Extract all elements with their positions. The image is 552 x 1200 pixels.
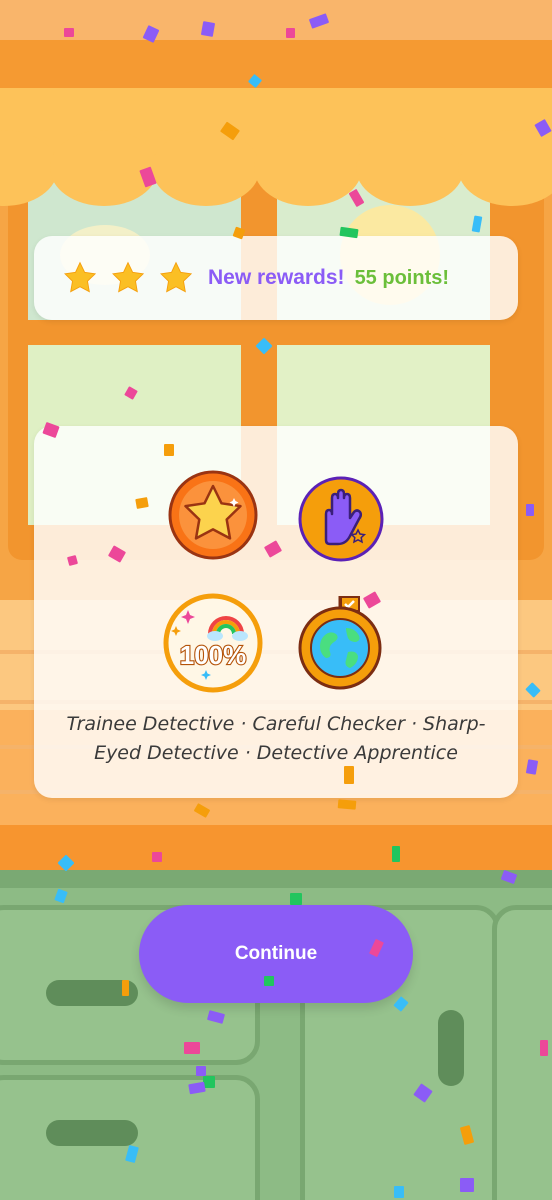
badge-100-text: 100% bbox=[180, 640, 247, 670]
star-badge-icon bbox=[168, 470, 258, 560]
star-icon bbox=[160, 261, 193, 293]
confetti-piece bbox=[337, 799, 357, 810]
raised-hand-badge-icon bbox=[298, 476, 384, 562]
cabinet-handle bbox=[438, 1010, 464, 1086]
cabinet-top bbox=[0, 870, 552, 888]
star-icon bbox=[112, 261, 145, 293]
globe-flag-badge-icon bbox=[298, 596, 382, 690]
confetti-piece bbox=[122, 980, 129, 996]
confetti-piece bbox=[152, 852, 162, 862]
cabinet-handle bbox=[46, 1120, 138, 1146]
confetti-piece bbox=[200, 21, 216, 37]
star-rating bbox=[62, 260, 194, 296]
confetti-piece bbox=[184, 1042, 200, 1054]
badges-card: 100% Trainee Detective · Careful Checker… bbox=[34, 426, 518, 798]
confetti-piece bbox=[286, 28, 295, 38]
awning-scallop bbox=[50, 130, 158, 206]
points-label: 55 points! bbox=[354, 266, 450, 289]
confetti-piece bbox=[344, 766, 354, 784]
confetti-piece bbox=[64, 28, 74, 37]
star-icon bbox=[64, 261, 97, 293]
confetti-piece bbox=[526, 504, 534, 516]
awning-scallop bbox=[152, 130, 260, 206]
confetti-piece bbox=[164, 444, 174, 456]
confetti-piece bbox=[135, 497, 149, 509]
confetti-piece bbox=[540, 1040, 548, 1056]
confetti-piece bbox=[264, 976, 274, 986]
confetti-piece bbox=[392, 846, 400, 862]
confetti-piece bbox=[460, 1178, 474, 1192]
100-percent-rainbow-badge-icon: 100% bbox=[163, 593, 263, 693]
wall-band bbox=[0, 40, 552, 90]
new-rewards-label: New rewards! bbox=[208, 266, 345, 289]
counter-edge bbox=[0, 825, 552, 875]
confetti-piece bbox=[290, 893, 302, 905]
awning-scallop bbox=[254, 130, 362, 206]
badge-names: Trainee Detective · Careful Checker · Sh… bbox=[66, 713, 486, 764]
confetti-piece bbox=[196, 1066, 206, 1076]
awning-scallop bbox=[356, 130, 464, 206]
rewards-summary-card: New rewards! 55 points! bbox=[34, 236, 518, 320]
confetti-piece bbox=[394, 1186, 404, 1198]
